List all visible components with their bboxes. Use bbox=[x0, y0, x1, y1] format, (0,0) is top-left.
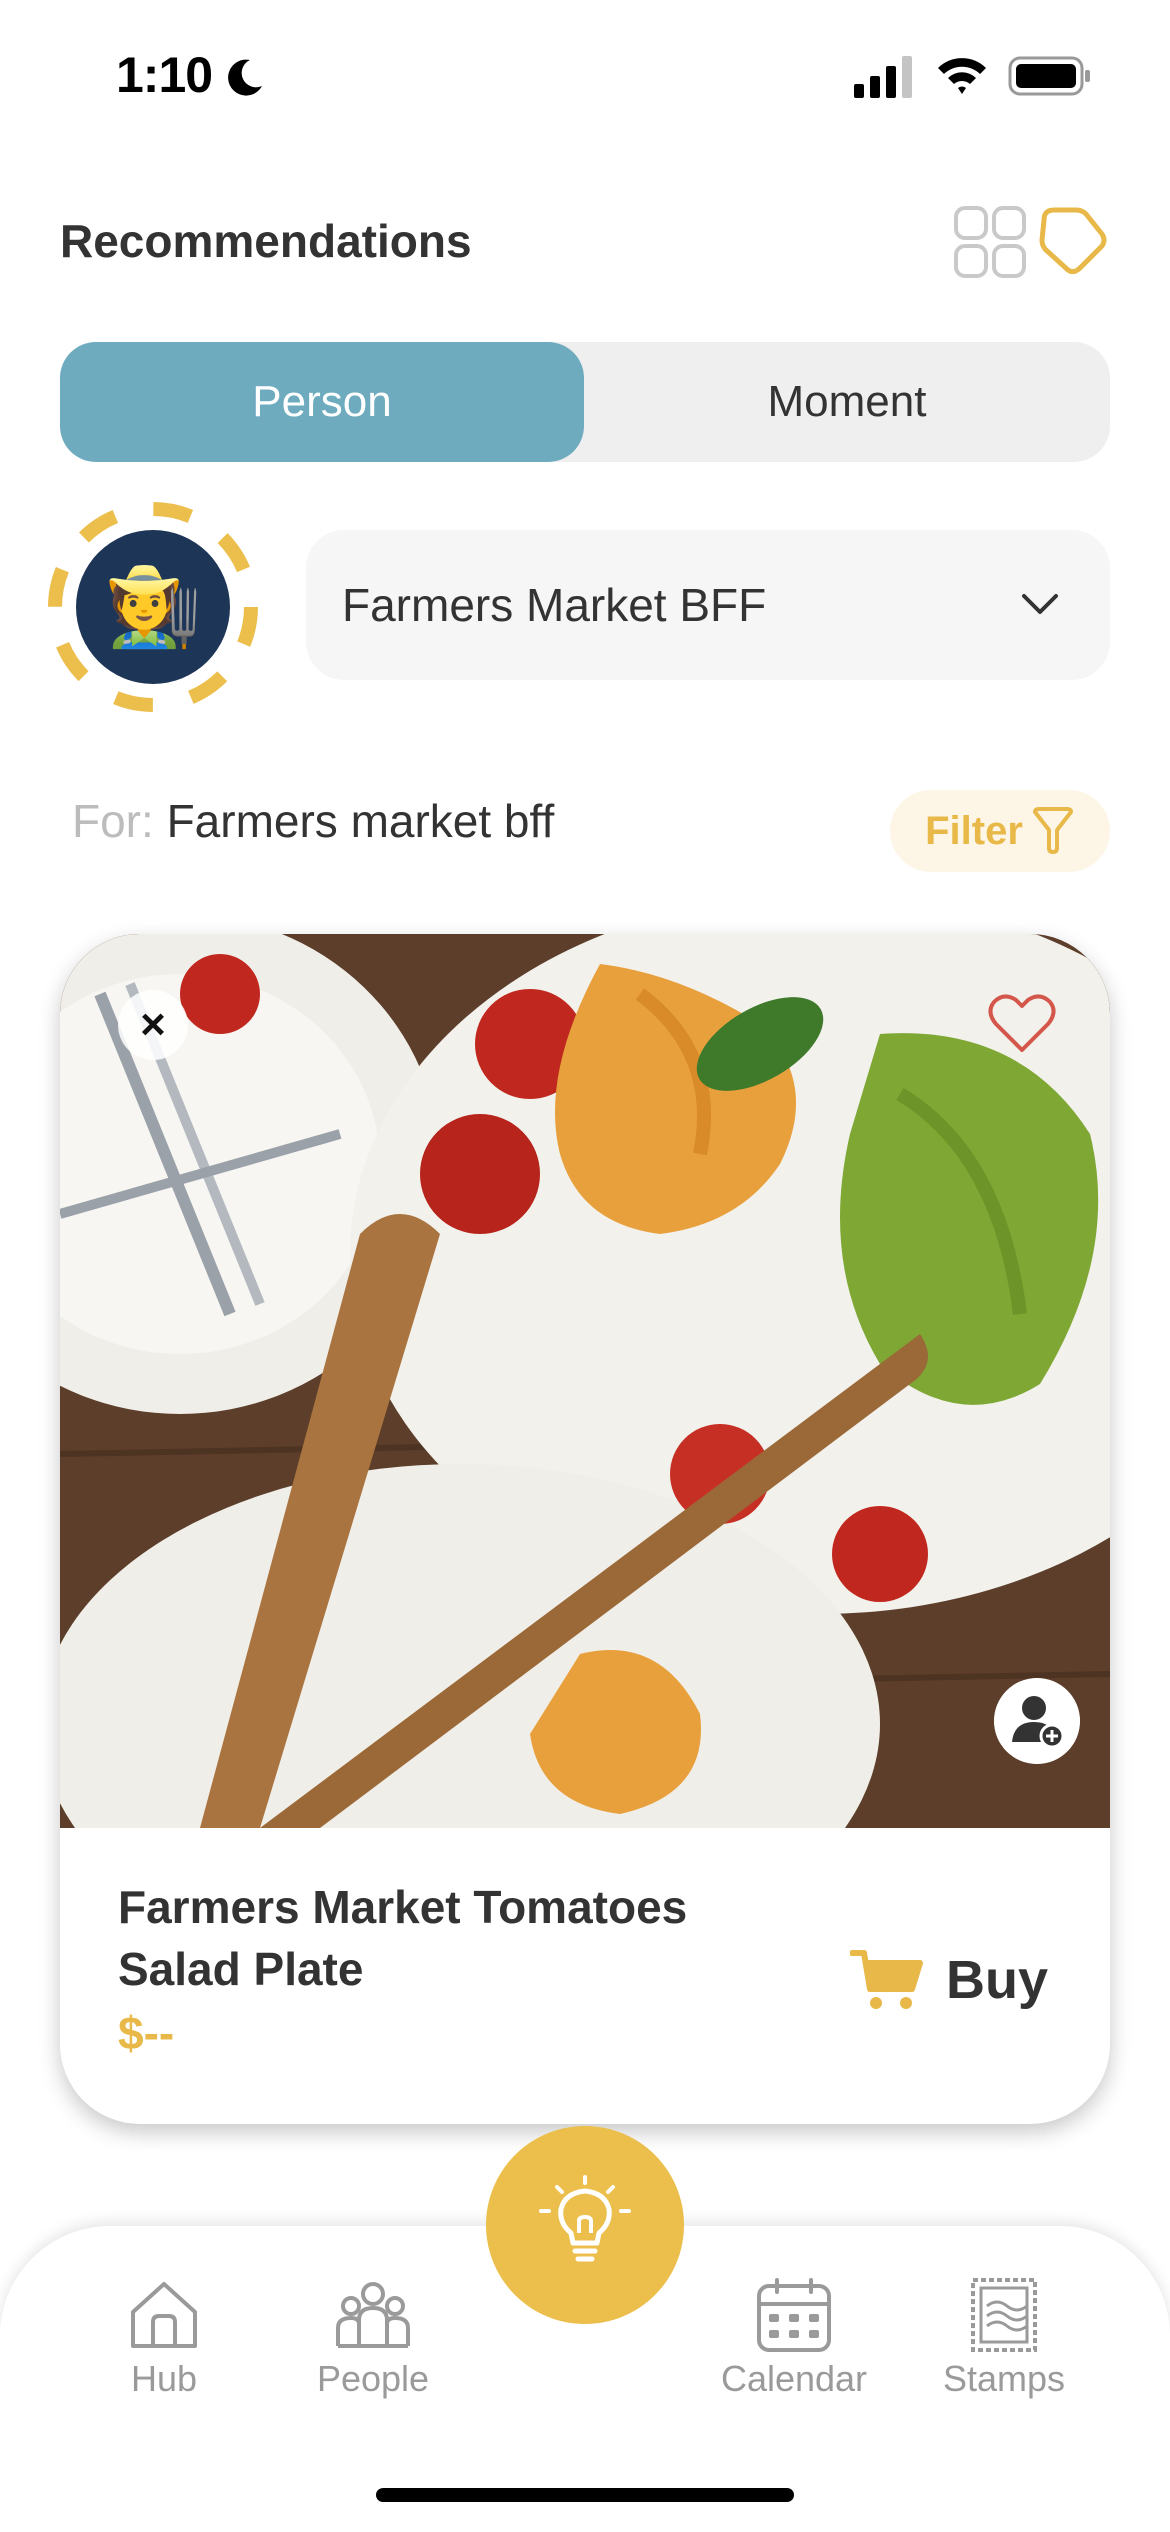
product-name: Farmers Market Tomatoes Salad Plate bbox=[118, 1881, 688, 1995]
heart-icon[interactable] bbox=[982, 984, 1062, 1064]
product-card[interactable]: × Farmers Market Tomatoes Salad Plate $-… bbox=[60, 934, 1110, 2124]
lightbulb-icon bbox=[539, 2175, 631, 2262]
add-person-icon[interactable] bbox=[994, 1678, 1080, 1764]
tab-stamps[interactable]: Stamps bbox=[924, 2276, 1084, 2406]
segment-moment[interactable]: Moment bbox=[584, 342, 1110, 462]
moon-icon bbox=[228, 59, 262, 96]
filter-label: Filter bbox=[925, 808, 1023, 853]
stamps-icon bbox=[971, 2278, 1037, 2352]
chevron-down-icon bbox=[1022, 594, 1058, 614]
tag-icon[interactable] bbox=[1036, 204, 1108, 276]
product-image bbox=[60, 934, 1110, 1828]
buy-label: Buy bbox=[946, 1950, 1049, 2010]
person-dropdown[interactable]: Farmers Market BFF bbox=[306, 530, 1110, 680]
for-label: For: bbox=[72, 795, 154, 847]
tab-label-stamps: Stamps bbox=[942, 2358, 1066, 2399]
dismiss-button[interactable]: × bbox=[118, 990, 188, 1060]
tab-calendar[interactable]: Calendar bbox=[714, 2276, 874, 2406]
recommendations-fab[interactable] bbox=[486, 2126, 684, 2324]
tab-hub[interactable]: Hub bbox=[84, 2276, 244, 2406]
tab-people[interactable]: People bbox=[293, 2276, 453, 2406]
status-bar: 1:10 bbox=[0, 0, 1170, 150]
buy-button[interactable]: Buy bbox=[850, 1940, 1090, 2020]
person-dropdown-value: Farmers Market BFF bbox=[342, 579, 767, 631]
grid-icon[interactable] bbox=[954, 206, 1026, 278]
cart-icon bbox=[850, 1950, 923, 2009]
home-icon bbox=[131, 2282, 197, 2348]
segmented-control: Person Moment bbox=[60, 342, 1110, 462]
tab-label-people: People bbox=[316, 2358, 430, 2399]
avatar-image: 🧑‍🌾 bbox=[76, 530, 230, 684]
filter-button[interactable]: Filter bbox=[890, 790, 1110, 872]
for-row: For: Farmers market bff bbox=[72, 794, 554, 848]
people-icon bbox=[336, 2282, 410, 2348]
product-price: $-- bbox=[118, 2007, 175, 2059]
tab-label-calendar: Calendar bbox=[720, 2358, 868, 2399]
battery-icon bbox=[1008, 56, 1090, 96]
status-time: 1:10 bbox=[116, 47, 213, 103]
wifi-icon bbox=[938, 58, 986, 94]
home-indicator bbox=[376, 2488, 794, 2502]
avatar[interactable]: 🧑‍🌾 bbox=[46, 500, 260, 714]
segment-person[interactable]: Person bbox=[60, 342, 584, 462]
funnel-icon bbox=[1032, 807, 1073, 854]
tab-label-hub: Hub bbox=[130, 2358, 198, 2399]
for-value: Farmers market bff bbox=[166, 795, 555, 847]
calendar-icon bbox=[757, 2278, 831, 2352]
page-title: Recommendations bbox=[60, 215, 472, 267]
signal-icon bbox=[854, 56, 912, 98]
